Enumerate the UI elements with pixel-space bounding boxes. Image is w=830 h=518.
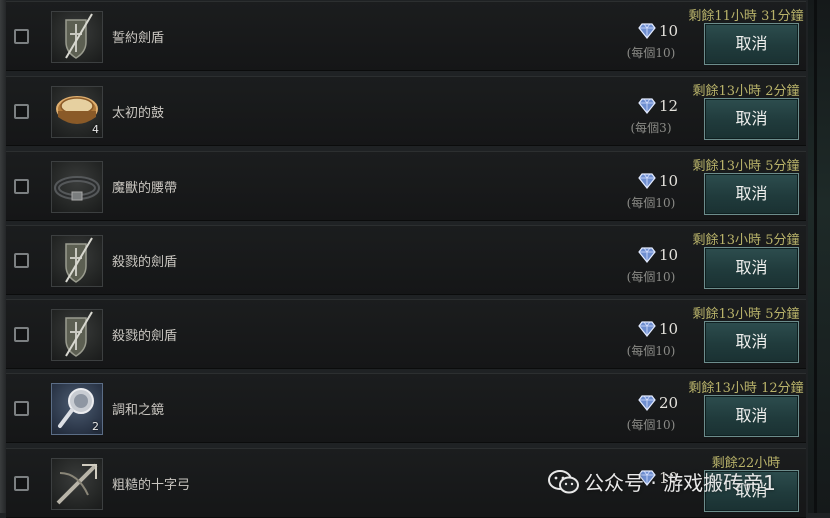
shield-sword-icon: [65, 13, 93, 59]
select-checkbox[interactable]: [14, 253, 29, 268]
item-name: 魔獸的腰帶: [112, 181, 178, 196]
listing-row: 4 太初的鼓 12 (每個3) 剩餘13小時 2分鐘 取消: [6, 76, 806, 146]
select-checkbox[interactable]: [14, 179, 29, 194]
time-remaining: 剩餘13小時 5分鐘: [692, 307, 800, 322]
item-thumbnail[interactable]: [51, 161, 103, 213]
time-remaining: 剩餘13小時 5分鐘: [692, 159, 800, 174]
right-scrollbar-track[interactable]: [808, 0, 830, 513]
cancel-button[interactable]: 取消: [704, 247, 799, 289]
cancel-button[interactable]: 取消: [704, 173, 799, 215]
select-checkbox[interactable]: [14, 104, 29, 119]
item-thumbnail[interactable]: [51, 235, 103, 287]
listing-row: 殺戮的劍盾 10 (每個10) 剩餘13小時 5分鐘 取消: [6, 299, 806, 369]
gem-icon: [638, 173, 656, 189]
price-value: 10: [659, 22, 679, 40]
select-checkbox[interactable]: [14, 401, 29, 416]
item-name: 誓約劍盾: [112, 31, 165, 46]
time-remaining: 剩餘13小時 5分鐘: [692, 233, 800, 248]
crossbow-icon: [56, 463, 98, 505]
gem-icon: [638, 321, 656, 337]
time-remaining: 剩餘11小時 31分鐘: [688, 9, 804, 24]
listing-row: 2 調和之鏡 20 (每個10) 剩餘13小時 12分鐘 取消: [6, 373, 806, 443]
item-name: 殺戮的劍盾: [112, 329, 178, 344]
price: 12: [624, 97, 684, 115]
price: 10: [624, 22, 684, 40]
price-value: 10: [659, 320, 679, 338]
item-thumbnail[interactable]: [51, 11, 103, 63]
unit-price: (每個3): [630, 121, 672, 135]
listing-row: 魔獸的腰帶 10 (每個10) 剩餘13小時 5分鐘 取消: [6, 151, 806, 221]
time-remaining: 剩餘13小時 12分鐘: [688, 381, 804, 396]
item-name: 粗糙的十字弓: [112, 478, 191, 493]
unit-price: (每個10): [626, 344, 676, 358]
belt-icon: [54, 176, 100, 201]
item-thumbnail[interactable]: 4: [51, 86, 103, 138]
cancel-button[interactable]: 取消: [704, 321, 799, 363]
select-checkbox[interactable]: [14, 476, 29, 491]
shield-sword-icon: [65, 311, 93, 357]
watermark-text: 公众号 · 游戏搬砖帝1: [584, 471, 776, 495]
price: 10: [624, 320, 684, 338]
cancel-button[interactable]: 取消: [704, 23, 799, 65]
gem-icon: [638, 98, 656, 114]
price-value: 10: [659, 172, 679, 190]
item-thumbnail[interactable]: 2: [51, 383, 103, 435]
item-quantity: 2: [92, 420, 99, 433]
item-name: 殺戮的劍盾: [112, 255, 178, 270]
price: 10: [624, 246, 684, 264]
price-value: 12: [659, 97, 679, 115]
price-value: 20: [659, 394, 679, 412]
unit-price: (每個10): [626, 46, 676, 60]
select-checkbox[interactable]: [14, 327, 29, 342]
cancel-button[interactable]: 取消: [704, 395, 799, 437]
item-name: 調和之鏡: [112, 403, 165, 418]
item-name: 太初的鼓: [112, 106, 165, 121]
price: 10: [624, 172, 684, 190]
item-quantity: 4: [92, 123, 99, 136]
gem-icon: [638, 395, 656, 411]
time-remaining: 剩餘13小時 2分鐘: [692, 84, 800, 99]
wechat-icon: [548, 470, 579, 494]
item-thumbnail[interactable]: [51, 458, 103, 510]
listing-row: 誓約劍盾 10 (每個10) 剩餘11小時 31分鐘 取消: [6, 1, 806, 71]
cancel-button[interactable]: 取消: [704, 98, 799, 140]
unit-price: (每個10): [626, 418, 676, 432]
listing-row: 殺戮的劍盾 10 (每個10) 剩餘13小時 5分鐘 取消: [6, 225, 806, 295]
price-value: 10: [659, 246, 679, 264]
unit-price: (每個10): [626, 196, 676, 210]
gem-icon: [638, 247, 656, 263]
item-thumbnail[interactable]: [51, 309, 103, 361]
shield-sword-icon: [65, 237, 93, 283]
price: 20: [624, 394, 684, 412]
select-checkbox[interactable]: [14, 29, 29, 44]
unit-price: (每個10): [626, 270, 676, 284]
gem-icon: [638, 23, 656, 39]
